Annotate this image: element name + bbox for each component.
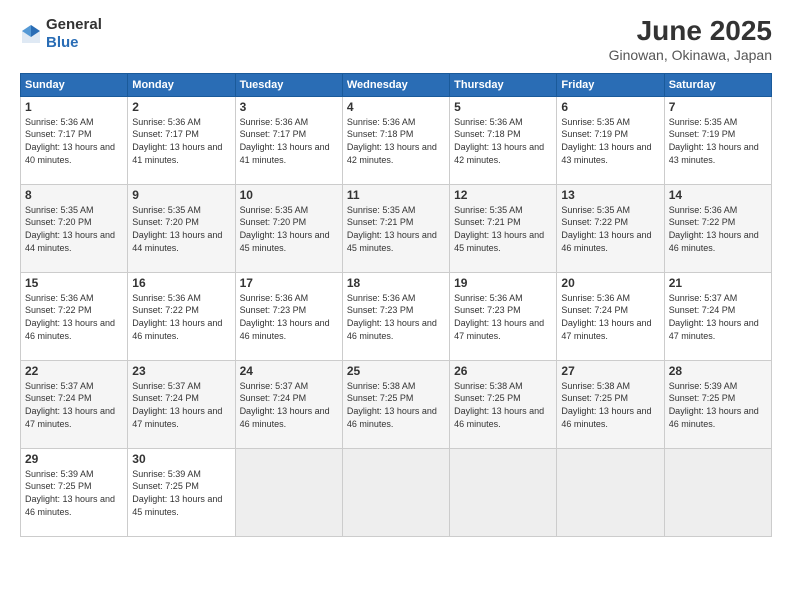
day-19: 19 Sunrise: 5:36 AMSunset: 7:23 PMDaylig… (450, 272, 557, 360)
day-22: 22 Sunrise: 5:37 AMSunset: 7:24 PMDaylig… (21, 360, 128, 448)
col-sunday: Sunday (21, 73, 128, 96)
day-15: 15 Sunrise: 5:36 AMSunset: 7:22 PMDaylig… (21, 272, 128, 360)
day-9: 9 Sunrise: 5:35 AMSunset: 7:20 PMDayligh… (128, 184, 235, 272)
day-11: 11 Sunrise: 5:35 AMSunset: 7:21 PMDaylig… (342, 184, 449, 272)
empty-cell (664, 448, 771, 536)
day-2: 2 Sunrise: 5:36 AMSunset: 7:17 PMDayligh… (128, 96, 235, 184)
day-21: 21 Sunrise: 5:37 AMSunset: 7:24 PMDaylig… (664, 272, 771, 360)
empty-cell (557, 448, 664, 536)
logo-general: General (46, 16, 102, 33)
col-thursday: Thursday (450, 73, 557, 96)
logo: General Blue (20, 16, 102, 52)
day-20: 20 Sunrise: 5:36 AMSunset: 7:24 PMDaylig… (557, 272, 664, 360)
day-12: 12 Sunrise: 5:35 AMSunset: 7:21 PMDaylig… (450, 184, 557, 272)
day-18: 18 Sunrise: 5:36 AMSunset: 7:23 PMDaylig… (342, 272, 449, 360)
month-title: June 2025 (609, 16, 772, 47)
day-27: 27 Sunrise: 5:38 AMSunset: 7:25 PMDaylig… (557, 360, 664, 448)
empty-cell (450, 448, 557, 536)
table-row: 15 Sunrise: 5:36 AMSunset: 7:22 PMDaylig… (21, 272, 772, 360)
day-14: 14 Sunrise: 5:36 AMSunset: 7:22 PMDaylig… (664, 184, 771, 272)
day-30: 30 Sunrise: 5:39 AMSunset: 7:25 PMDaylig… (128, 448, 235, 536)
day-5: 5 Sunrise: 5:36 AMSunset: 7:18 PMDayligh… (450, 96, 557, 184)
empty-cell (235, 448, 342, 536)
day-17: 17 Sunrise: 5:36 AMSunset: 7:23 PMDaylig… (235, 272, 342, 360)
table-row: 1 Sunrise: 5:36 AMSunset: 7:17 PMDayligh… (21, 96, 772, 184)
logo-icon (20, 23, 42, 45)
table-row: 8 Sunrise: 5:35 AMSunset: 7:20 PMDayligh… (21, 184, 772, 272)
col-friday: Friday (557, 73, 664, 96)
day-28: 28 Sunrise: 5:39 AMSunset: 7:25 PMDaylig… (664, 360, 771, 448)
day-10: 10 Sunrise: 5:35 AMSunset: 7:20 PMDaylig… (235, 184, 342, 272)
header-row: Sunday Monday Tuesday Wednesday Thursday… (21, 73, 772, 96)
location-title: Ginowan, Okinawa, Japan (609, 47, 772, 63)
col-saturday: Saturday (664, 73, 771, 96)
table-row: 22 Sunrise: 5:37 AMSunset: 7:24 PMDaylig… (21, 360, 772, 448)
page: General Blue June 2025 Ginowan, Okinawa,… (0, 0, 792, 612)
day-24: 24 Sunrise: 5:37 AMSunset: 7:24 PMDaylig… (235, 360, 342, 448)
logo-text: General Blue (46, 16, 102, 52)
day-7: 7 Sunrise: 5:35 AMSunset: 7:19 PMDayligh… (664, 96, 771, 184)
logo-blue: Blue (46, 34, 79, 51)
calendar: Sunday Monday Tuesday Wednesday Thursday… (20, 73, 772, 537)
day-26: 26 Sunrise: 5:38 AMSunset: 7:25 PMDaylig… (450, 360, 557, 448)
day-8: 8 Sunrise: 5:35 AMSunset: 7:20 PMDayligh… (21, 184, 128, 272)
table-row: 29 Sunrise: 5:39 AMSunset: 7:25 PMDaylig… (21, 448, 772, 536)
day-4: 4 Sunrise: 5:36 AMSunset: 7:18 PMDayligh… (342, 96, 449, 184)
day-25: 25 Sunrise: 5:38 AMSunset: 7:25 PMDaylig… (342, 360, 449, 448)
day-13: 13 Sunrise: 5:35 AMSunset: 7:22 PMDaylig… (557, 184, 664, 272)
col-monday: Monday (128, 73, 235, 96)
day-29: 29 Sunrise: 5:39 AMSunset: 7:25 PMDaylig… (21, 448, 128, 536)
day-16: 16 Sunrise: 5:36 AMSunset: 7:22 PMDaylig… (128, 272, 235, 360)
col-wednesday: Wednesday (342, 73, 449, 96)
day-6: 6 Sunrise: 5:35 AMSunset: 7:19 PMDayligh… (557, 96, 664, 184)
header: General Blue June 2025 Ginowan, Okinawa,… (20, 16, 772, 63)
day-3: 3 Sunrise: 5:36 AMSunset: 7:17 PMDayligh… (235, 96, 342, 184)
empty-cell (342, 448, 449, 536)
day-23: 23 Sunrise: 5:37 AMSunset: 7:24 PMDaylig… (128, 360, 235, 448)
col-tuesday: Tuesday (235, 73, 342, 96)
day-1: 1 Sunrise: 5:36 AMSunset: 7:17 PMDayligh… (21, 96, 128, 184)
title-area: June 2025 Ginowan, Okinawa, Japan (609, 16, 772, 63)
